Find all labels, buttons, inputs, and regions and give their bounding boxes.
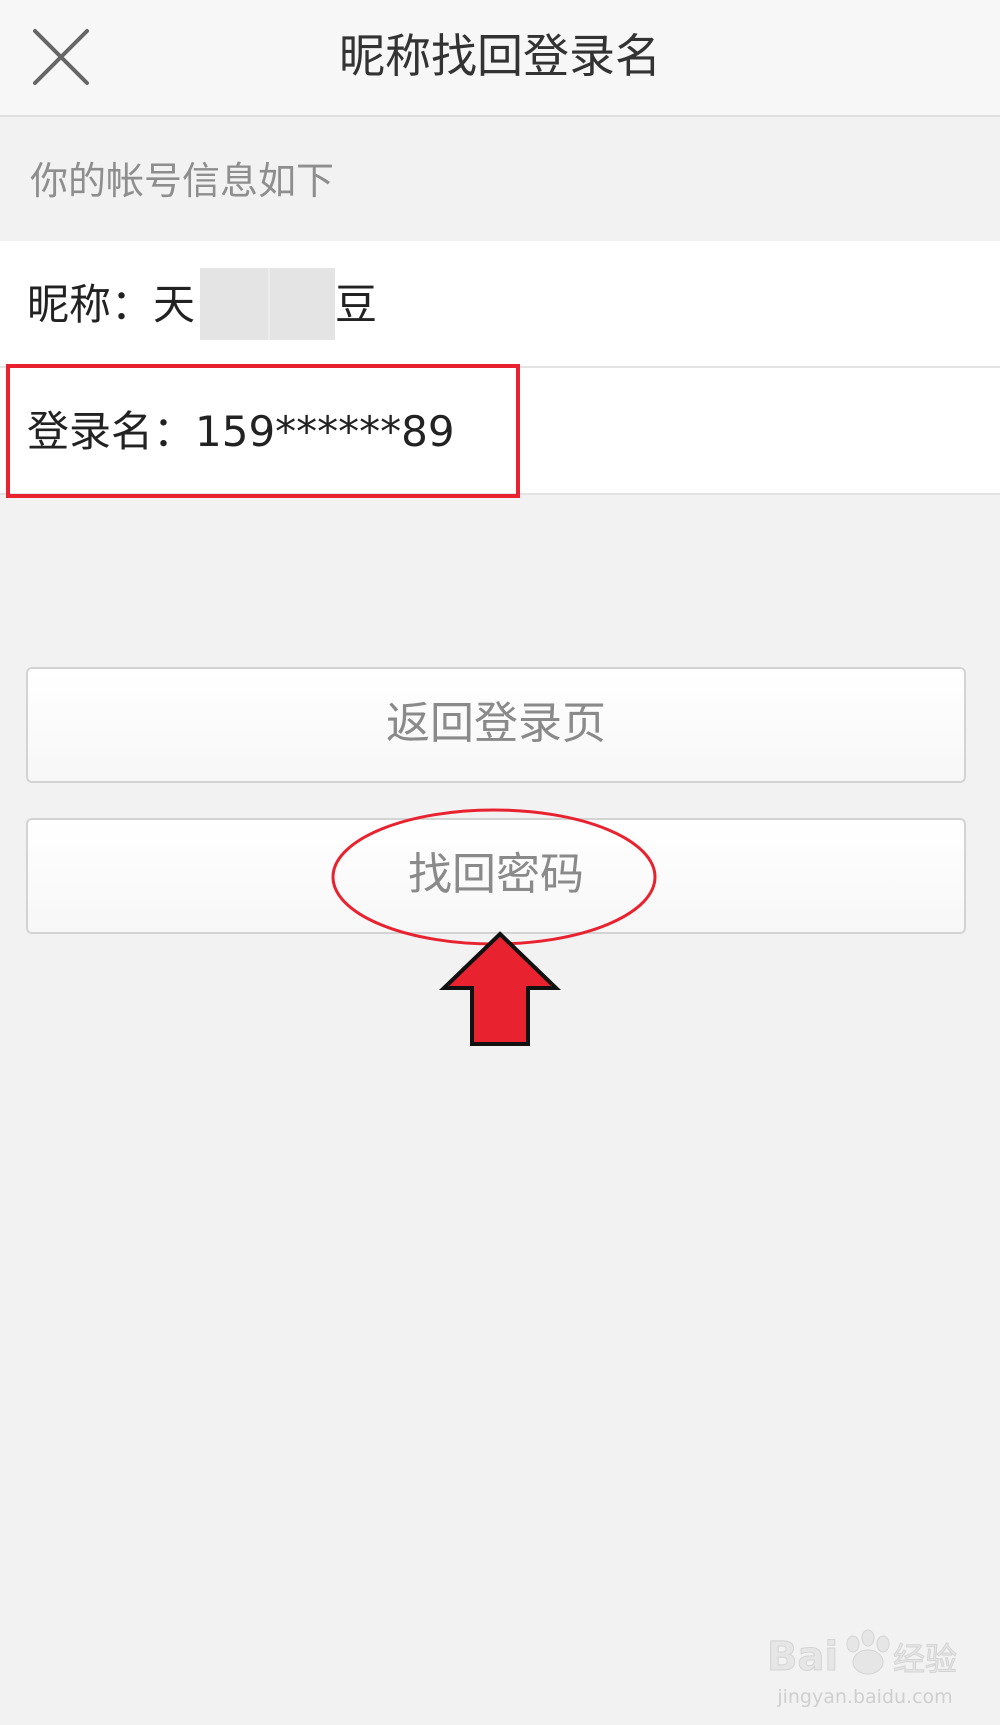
svg-text:经验: 经验 [893,1640,957,1678]
close-button[interactable] [26,22,96,92]
close-icon [33,29,89,85]
account-info-hint: 你的帐号信息如下 [30,159,335,203]
reset-password-button[interactable]: 找回密码 [26,818,966,934]
nickname-label: 昵称： [27,280,154,329]
nickname-row: 昵称：天 豆 [0,241,1000,368]
nickname-text: 昵称：天 [27,241,195,368]
header-bar: 昵称找回登录名 [0,0,1000,117]
baidu-paw-logo-icon: Bai 经验 [767,1629,958,1681]
page-title: 昵称找回登录名 [339,29,661,83]
back-to-login-button[interactable]: 返回登录页 [26,667,966,783]
svg-text:Bai: Bai [767,1634,838,1680]
watermark-site-url: jingyan.baidu.com [777,1686,953,1708]
login-name-highlight-box [6,364,520,498]
annotation-up-arrow-icon [439,931,561,1046]
nickname-redaction-mask [200,268,335,340]
baidu-jingyan-watermark: Bai 经验 jingyan.baidu.com [765,1620,965,1720]
nickname-end: 豆 [335,280,378,329]
nickname-start: 天 [153,280,196,329]
